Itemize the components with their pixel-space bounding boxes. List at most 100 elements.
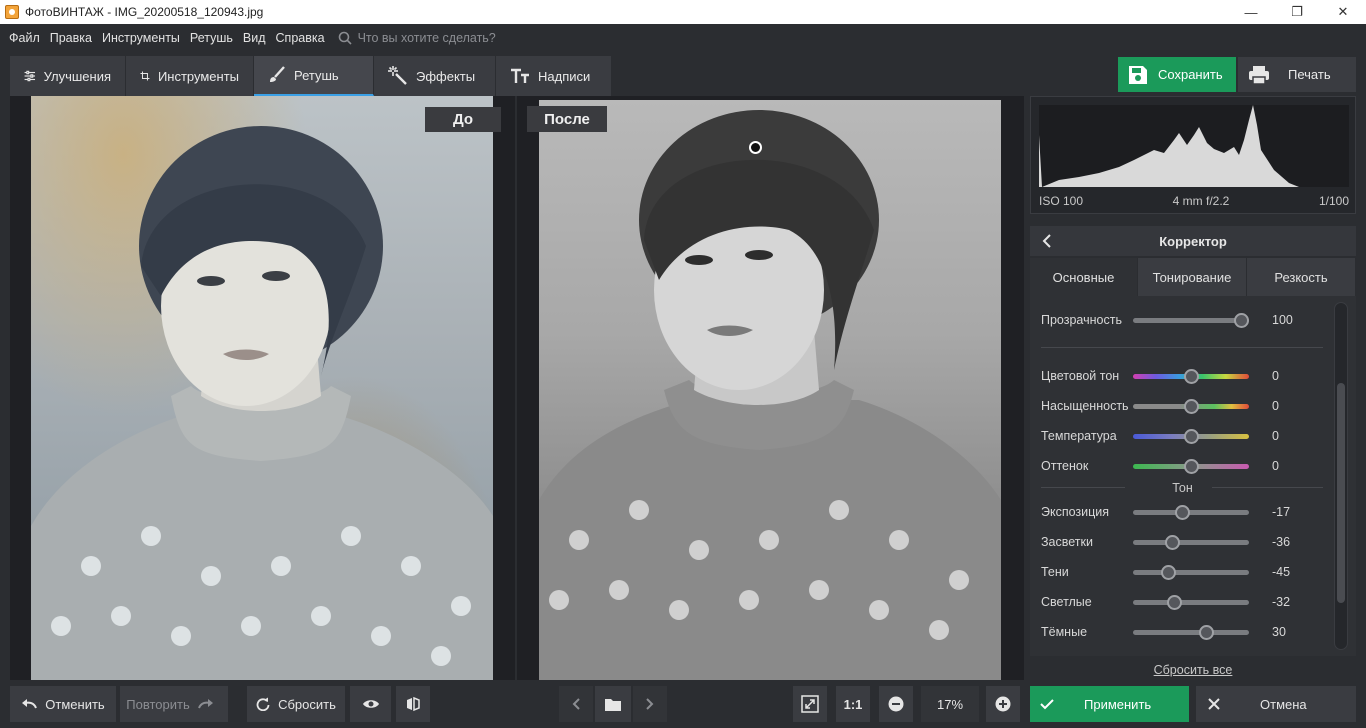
- zoom-1-1-button[interactable]: 1:1: [836, 686, 870, 722]
- scrollbar-thumb[interactable]: [1337, 383, 1345, 603]
- tint-slider-knob[interactable]: [1183, 458, 1199, 474]
- open-folder-button[interactable]: [595, 686, 631, 722]
- cancel-button[interactable]: Отмена: [1196, 686, 1356, 722]
- close-button[interactable]: ✕: [1320, 0, 1366, 24]
- tab-effects[interactable]: Эффекты: [374, 56, 496, 96]
- corrector-title: Корректор: [1159, 233, 1227, 249]
- saturation-slider-knob[interactable]: [1183, 398, 1199, 414]
- search-icon: [338, 31, 352, 45]
- subtab-basic[interactable]: Основные: [1030, 258, 1138, 296]
- whites-label: Светлые: [1041, 595, 1092, 609]
- hue-slider-knob[interactable]: [1183, 368, 1199, 384]
- zoom-in-button[interactable]: [986, 686, 1020, 722]
- whites-slider-knob[interactable]: [1167, 594, 1183, 610]
- temperature-slider-knob[interactable]: [1183, 428, 1199, 444]
- fit-to-screen-button[interactable]: [793, 686, 827, 722]
- exposure-slider-knob[interactable]: [1174, 504, 1190, 520]
- tint-value: 0: [1272, 459, 1279, 473]
- whites-value: -32: [1272, 595, 1291, 609]
- saturation-slider-row: Насыщенность 0: [1041, 396, 1341, 416]
- window-title: ФотоВИНТАЖ - IMG_20200518_120943.jpg: [25, 5, 264, 19]
- shadows-slider[interactable]: [1133, 564, 1249, 580]
- maximize-button[interactable]: ❐: [1274, 0, 1320, 24]
- blacks-slider-knob[interactable]: [1198, 624, 1214, 640]
- tab-retouch[interactable]: Ретушь: [254, 56, 374, 96]
- tint-slider-row: Оттенок 0: [1041, 456, 1341, 476]
- opacity-slider-knob[interactable]: [1234, 312, 1249, 328]
- app-logo-icon: [5, 5, 19, 19]
- menu-view[interactable]: Вид: [238, 31, 271, 45]
- saturation-label: Насыщенность: [1041, 399, 1129, 413]
- tab-label: Эффекты: [416, 68, 476, 84]
- highlights-slider-row: Засветки -36: [1041, 532, 1341, 552]
- tab-captions[interactable]: Надписи: [496, 56, 612, 96]
- exposure-slider[interactable]: [1133, 504, 1249, 520]
- tab-label: Надписи: [538, 68, 591, 84]
- menu-file[interactable]: Файл: [4, 31, 45, 45]
- photo-before[interactable]: [31, 96, 493, 680]
- whites-slider[interactable]: [1133, 594, 1249, 610]
- compare-toggle-button[interactable]: [396, 686, 430, 722]
- zoom-out-button[interactable]: [879, 686, 913, 722]
- redo-label: Повторить: [126, 696, 190, 712]
- blacks-slider[interactable]: [1133, 624, 1249, 640]
- portrait-after-image: [539, 110, 1001, 680]
- panel-scrollbar[interactable]: [1334, 302, 1348, 650]
- tab-enhancements[interactable]: Улучшения: [10, 56, 126, 96]
- title-bar: ФотоВИНТАЖ - IMG_20200518_120943.jpg — ❐…: [0, 0, 1366, 24]
- plus-circle-icon: [995, 696, 1011, 712]
- corrector-header: Корректор: [1030, 226, 1356, 256]
- opacity-slider[interactable]: [1133, 312, 1249, 328]
- zoom-level-field[interactable]: 17%: [921, 686, 979, 722]
- reset-button[interactable]: Сбросить: [247, 686, 345, 722]
- tab-tools[interactable]: Инструменты: [126, 56, 254, 96]
- menu-help[interactable]: Справка: [271, 31, 330, 45]
- before-label: До: [425, 107, 501, 132]
- adjustments-panel: Прозрачность 100 Цветовой тон 0 Насыщенн…: [1030, 296, 1356, 656]
- print-button[interactable]: Печать: [1238, 57, 1356, 92]
- chevron-left-icon[interactable]: [1042, 234, 1052, 248]
- chevron-left-icon: [572, 698, 580, 710]
- split-divider[interactable]: [515, 96, 517, 680]
- shadows-slider-knob[interactable]: [1160, 564, 1176, 580]
- saturation-slider[interactable]: [1133, 398, 1249, 414]
- menu-retouch[interactable]: Ретушь: [185, 31, 238, 45]
- menu-tools[interactable]: Инструменты: [97, 31, 185, 45]
- next-photo-button[interactable]: [633, 686, 667, 722]
- redo-button[interactable]: Повторить: [120, 686, 228, 722]
- temperature-slider[interactable]: [1133, 428, 1249, 444]
- exposure-value: -17: [1272, 505, 1291, 519]
- photo-after[interactable]: [539, 100, 1001, 680]
- apply-label: Применить: [1084, 696, 1152, 712]
- temperature-label: Температура: [1041, 429, 1117, 443]
- photo-canvas[interactable]: До После: [10, 96, 1024, 680]
- reset-all-link[interactable]: Сбросить все: [1030, 663, 1356, 677]
- floppy-disk-icon: [1129, 65, 1147, 84]
- brush-icon: [270, 66, 285, 82]
- menu-bar: Файл Правка Инструменты Ретушь Вид Справ…: [0, 24, 1366, 52]
- highlights-slider-knob[interactable]: [1165, 534, 1181, 550]
- blacks-label: Тёмные: [1041, 625, 1088, 639]
- highlights-label: Засветки: [1041, 535, 1093, 549]
- hue-slider[interactable]: [1133, 368, 1249, 384]
- save-button[interactable]: Сохранить: [1118, 57, 1236, 92]
- preview-toggle-button[interactable]: [350, 686, 391, 722]
- highlights-slider[interactable]: [1133, 534, 1249, 550]
- save-label: Сохранить: [1158, 67, 1223, 82]
- shadows-label: Тени: [1041, 565, 1069, 579]
- previous-photo-button[interactable]: [559, 686, 593, 722]
- subtab-sharpness[interactable]: Резкость: [1247, 258, 1356, 296]
- apply-button[interactable]: Применить: [1030, 686, 1189, 722]
- minimize-button[interactable]: —: [1228, 0, 1274, 24]
- tone-section-label: Тон: [1172, 481, 1193, 495]
- histogram-curve: [1039, 105, 1299, 187]
- menu-edit[interactable]: Правка: [45, 31, 97, 45]
- checkmark-icon: [1040, 698, 1054, 709]
- tint-slider[interactable]: [1133, 458, 1249, 474]
- minus-circle-icon: [888, 696, 904, 712]
- tab-label: Улучшения: [43, 68, 111, 84]
- subtab-toning[interactable]: Тонирование: [1138, 258, 1247, 296]
- undo-button[interactable]: Отменить: [10, 686, 116, 722]
- command-search[interactable]: Что вы хотите сделать?: [338, 31, 496, 45]
- fit-screen-icon: [801, 695, 819, 713]
